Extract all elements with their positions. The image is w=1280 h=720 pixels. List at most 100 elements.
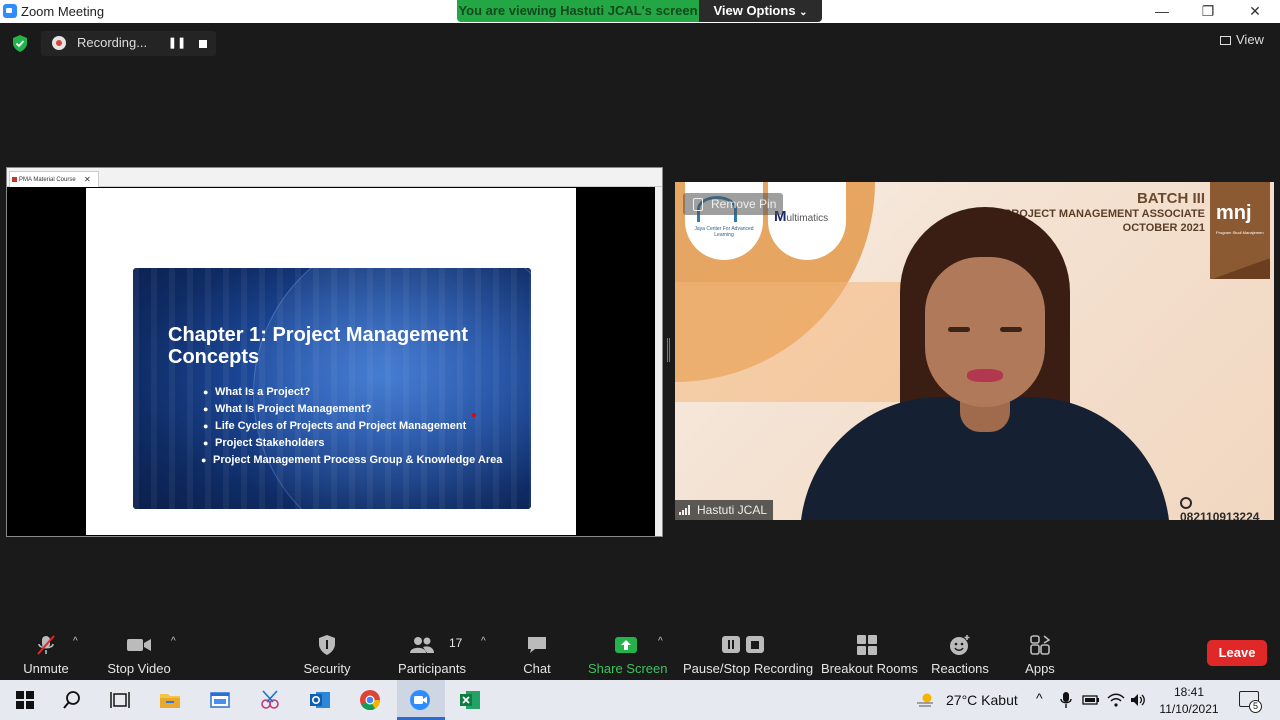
- split-view-divider[interactable]: [667, 338, 670, 362]
- participants-button[interactable]: 17 Participants: [397, 626, 467, 680]
- slide-bullet: What Is a Project?: [203, 386, 531, 398]
- chat-label: Chat: [523, 661, 551, 676]
- excel-icon[interactable]: [459, 689, 481, 711]
- recording-dot-icon: [52, 36, 66, 50]
- slide: Chapter 1: Project Management Concepts W…: [133, 268, 531, 509]
- chrome-icon[interactable]: [359, 689, 381, 711]
- taskbar-clock[interactable]: 18:41 11/10/2021: [1158, 684, 1220, 718]
- breakout-rooms-button[interactable]: Breakout Rooms: [821, 626, 918, 680]
- slide-bullet: What Is Project Management?: [203, 403, 531, 415]
- participants-count: 17: [449, 636, 463, 650]
- recording-status: Recording...: [77, 35, 148, 50]
- pause-stop-recording-label: Pause/Stop Recording: [683, 661, 814, 676]
- chat-bubble-icon: [528, 637, 546, 653]
- unmute-button[interactable]: Unmute: [16, 626, 76, 680]
- pause-stop-recording-button[interactable]: Pause/Stop Recording: [683, 626, 814, 680]
- slide-bullet: Project Stakeholders: [203, 437, 531, 449]
- apps-label: Apps: [1025, 661, 1055, 676]
- security-shield-icon: [319, 635, 335, 655]
- encryption-shield-icon[interactable]: [12, 35, 28, 52]
- slide-bullet-list: What Is a Project? What Is Project Manag…: [201, 386, 531, 471]
- remove-pin-label: Remove Pin: [711, 197, 777, 211]
- participant-name: Hastuti JCAL: [697, 503, 768, 517]
- apps-icon: [1030, 635, 1051, 655]
- share-screen-label: Share Screen: [588, 661, 668, 676]
- phone-number: 082110913224: [1180, 510, 1260, 520]
- task-view-icon[interactable]: [109, 689, 131, 711]
- volume-icon[interactable]: [1129, 692, 1147, 708]
- stop-video-button[interactable]: Stop Video: [104, 626, 174, 680]
- close-button[interactable]: ✕: [1232, 0, 1278, 23]
- slide-bullet: Life Cycles of Projects and Project Mana…: [203, 420, 531, 432]
- view-label: View: [1236, 32, 1264, 47]
- share-screen-button[interactable]: Share Screen: [588, 626, 668, 680]
- whatsapp-icon: [1180, 497, 1192, 509]
- participants-icon: [410, 637, 434, 653]
- remove-pin-button[interactable]: Remove Pin: [683, 193, 783, 215]
- clock-date: 11/10/2021: [1159, 702, 1219, 716]
- breakout-rooms-icon: [857, 635, 877, 655]
- apps-button[interactable]: Apps: [1015, 626, 1065, 680]
- participant-camera-feed: [780, 207, 1180, 520]
- notification-count-badge: 5: [1249, 700, 1262, 713]
- muted-microphone-icon: [37, 635, 55, 655]
- recording-indicator: Recording... ❚❚: [41, 31, 216, 56]
- snipping-tool-icon[interactable]: [259, 689, 281, 711]
- mnj-caption: Program Studi Manajemen: [1216, 230, 1264, 235]
- video-options-caret-icon[interactable]: ^: [171, 636, 176, 647]
- weather-text[interactable]: 27°C Kabut: [946, 692, 1018, 708]
- slide-title: Chapter 1: Project Management Concepts: [168, 324, 469, 368]
- shared-tab-title: PMA Material Course: [19, 177, 76, 183]
- chat-button[interactable]: Chat: [512, 626, 562, 680]
- clock-time: 18:41: [1173, 685, 1205, 699]
- shared-screen: PMA Material Course ✕ Chapter 1: Project…: [6, 167, 663, 537]
- security-button[interactable]: Security: [297, 626, 357, 680]
- viewing-name: Hastuti JCAL's screen: [560, 3, 698, 18]
- pause-recording-icon[interactable]: ❚❚: [167, 34, 187, 53]
- leave-meeting-button[interactable]: Leave: [1207, 640, 1267, 666]
- view-options-button[interactable]: View Options ⌄: [699, 0, 822, 22]
- shared-browser-tab: PMA Material Course ✕: [9, 171, 99, 187]
- zoom-taskbar-icon[interactable]: [409, 689, 431, 711]
- restore-button[interactable]: ❐: [1185, 0, 1231, 23]
- video-camera-icon: [127, 639, 151, 651]
- jcal-logo-text: Jaya Center For Advanced Learning: [694, 226, 754, 238]
- breakout-rooms-label: Breakout Rooms: [821, 661, 918, 676]
- weather-haze-icon[interactable]: [916, 692, 934, 708]
- outlook-icon[interactable]: [309, 689, 331, 711]
- audio-options-caret-icon[interactable]: ^: [73, 636, 78, 647]
- shared-browser-tabbar: PMA Material Course ✕: [7, 168, 662, 187]
- file-explorer-icon[interactable]: [159, 689, 181, 711]
- stop-video-label: Stop Video: [107, 661, 171, 676]
- participants-options-caret-icon[interactable]: ^: [481, 636, 486, 647]
- mnj-logo: mnj: [1216, 202, 1252, 224]
- reactions-button[interactable]: Reactions: [930, 626, 990, 680]
- close-icon: ✕: [84, 175, 91, 184]
- zoom-app-icon: [3, 4, 17, 18]
- window-title: Zoom Meeting: [21, 4, 105, 19]
- wifi-icon[interactable]: [1107, 692, 1125, 708]
- window-app-icon[interactable]: [209, 689, 231, 711]
- pause-stop-icon: [722, 636, 764, 653]
- meeting-toolbar: Unmute ^ Stop Video ^ Security 17 Partic…: [0, 626, 1280, 680]
- stop-recording-icon[interactable]: [191, 34, 215, 53]
- search-icon[interactable]: [61, 689, 83, 711]
- chevron-up-icon[interactable]: ^: [1036, 690, 1043, 706]
- unmute-label: Unmute: [23, 661, 69, 676]
- minimize-button[interactable]: —: [1139, 0, 1185, 23]
- share-options-caret-icon[interactable]: ^: [658, 636, 663, 647]
- view-options-label: View Options: [713, 3, 796, 18]
- slide-bullet: Project Management Process Group & Knowl…: [201, 454, 531, 466]
- windows-start-icon[interactable]: [14, 689, 36, 711]
- reactions-label: Reactions: [931, 661, 989, 676]
- windows-taskbar: 27°C Kabut ^ 18:41 11/10/2021 5: [0, 680, 1280, 720]
- view-button[interactable]: View: [1220, 32, 1264, 47]
- participant-video-tile[interactable]: Jaya Center For Advanced Learning Multim…: [675, 182, 1274, 520]
- zoom-meeting-window: Zoom Meeting — ❐ ✕ You are viewing Hastu…: [0, 0, 1280, 720]
- battery-icon[interactable]: [1082, 693, 1100, 707]
- mnj-badge: mnj Program Studi Manajemen: [1210, 182, 1270, 279]
- security-label: Security: [303, 661, 351, 676]
- microphone-icon[interactable]: [1059, 691, 1073, 709]
- viewing-screen-banner: You are viewing Hastuti JCAL's screen: [457, 0, 699, 22]
- whatsapp-contact: 082110913224: [1180, 496, 1274, 520]
